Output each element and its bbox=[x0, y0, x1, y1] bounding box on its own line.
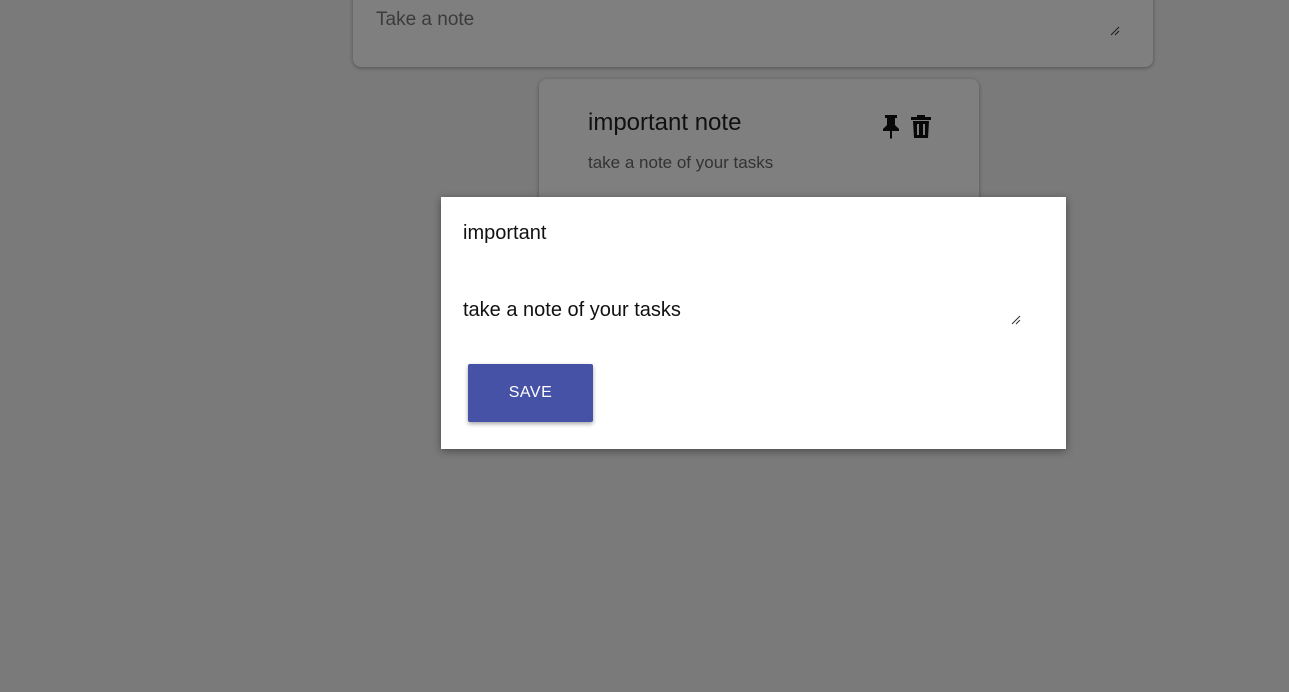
modal-content-input[interactable] bbox=[463, 295, 1023, 325]
notes-app: Take a note important note take a note o… bbox=[0, 0, 1289, 692]
save-button[interactable]: SAVE bbox=[468, 364, 593, 422]
resize-grip-icon[interactable] bbox=[1011, 315, 1021, 325]
edit-note-modal: SAVE bbox=[441, 197, 1066, 449]
modal-title-input[interactable] bbox=[463, 219, 1023, 247]
